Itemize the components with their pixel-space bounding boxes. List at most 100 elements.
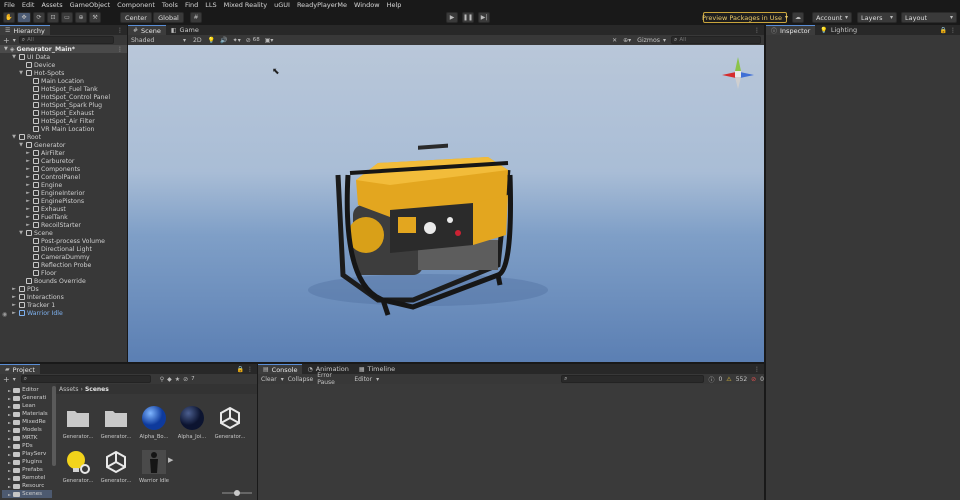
hierarchy-item[interactable]: ▼ Generator — [18, 141, 65, 149]
project-folder-item[interactable]: ► Models — [8, 426, 42, 434]
chevron-right-icon[interactable]: ► — [8, 428, 11, 433]
add-icon[interactable]: + — [3, 375, 10, 384]
menu-item-component[interactable]: Component — [117, 1, 155, 9]
filter-by-type-icon[interactable]: ⚲ — [160, 376, 164, 383]
chevron-right-icon[interactable]: ► — [8, 452, 11, 457]
chevron-down-icon[interactable]: ▾ — [13, 37, 16, 44]
hierarchy-item[interactable]: HotSpot_Fuel Tank — [25, 85, 98, 93]
chevron-down-icon[interactable]: ▼ — [11, 54, 17, 60]
step-button[interactable]: ▶| — [478, 12, 490, 23]
lock-icon[interactable]: 🔒 — [940, 27, 947, 34]
chevron-down-icon[interactable]: ▼ — [11, 134, 17, 140]
chevron-right-icon[interactable]: ► — [25, 182, 31, 188]
chevron-down-icon[interactable]: ▼ — [18, 230, 24, 236]
hierarchy-item[interactable]: ► PDs — [11, 285, 39, 293]
menu-item-gameobject[interactable]: GameObject — [70, 1, 111, 9]
project-folder-item[interactable]: ► Generati — [8, 394, 46, 402]
thumbnail-size-handle[interactable] — [234, 490, 240, 496]
chevron-right-icon[interactable]: ► — [8, 468, 11, 473]
play-button[interactable]: ▶ — [446, 12, 458, 23]
hierarchy-item[interactable]: ► Tracker 1 — [11, 301, 55, 309]
gizmo-center[interactable] — [735, 71, 741, 77]
chevron-right-icon[interactable]: ► — [11, 310, 17, 316]
project-folder-item[interactable]: ► MixedRe — [8, 418, 46, 426]
menu-item-assets[interactable]: Assets — [41, 1, 62, 9]
collapse-button[interactable]: Collapse — [288, 376, 314, 383]
shading-mode-dropdown[interactable]: Shaded ▾ — [128, 37, 186, 44]
hierarchy-item[interactable]: Directional Light — [25, 245, 92, 253]
project-folder-item[interactable]: ► Materials — [8, 410, 48, 418]
preview-packages-button[interactable]: Preview Packages in Use ▾ — [702, 12, 788, 23]
animation-preview-play-icon[interactable]: ▶ — [168, 456, 173, 464]
hierarchy-item[interactable]: ► Interactions — [11, 293, 64, 301]
effects-icon[interactable]: ✦▾ — [233, 37, 241, 44]
chevron-right-icon[interactable]: ► — [25, 214, 31, 220]
cloud-button[interactable]: ☁ — [792, 12, 804, 23]
hierarchy-item[interactable]: ► Exhaust — [25, 205, 66, 213]
project-tree-scrollbar[interactable] — [52, 386, 56, 466]
info-count-icon[interactable]: ⓘ — [708, 375, 714, 384]
hierarchy-item[interactable]: ► FuelTank — [25, 213, 68, 221]
scene-viewport[interactable]: ⬉ — [128, 45, 764, 362]
chevron-right-icon[interactable]: ► — [25, 222, 31, 228]
project-asset-item[interactable]: Generator... — [210, 405, 250, 440]
chevron-right-icon[interactable]: ► — [8, 420, 11, 425]
menu-item-window[interactable]: Window — [354, 1, 380, 9]
hierarchy-item[interactable]: VR Main Location — [25, 125, 94, 133]
chevron-right-icon[interactable]: ► — [25, 158, 31, 164]
hierarchy-item[interactable]: ► AirFilter — [25, 149, 65, 157]
editor-dropdown[interactable]: Editor — [354, 376, 372, 383]
warning-icon[interactable]: ⚠ — [726, 376, 731, 383]
chevron-right-icon[interactable]: ► — [8, 388, 11, 393]
filter-by-label-icon[interactable]: ◆ — [167, 376, 172, 383]
hierarchy-item[interactable]: ► RecoilStarter — [25, 221, 81, 229]
chevron-right-icon[interactable]: ► — [25, 206, 31, 212]
gizmo-neg-y-axis[interactable] — [735, 77, 741, 89]
chevron-right-icon[interactable]: ► — [8, 484, 11, 489]
eye-icon[interactable]: ◉ — [2, 311, 7, 318]
menu-item-lls[interactable]: LLS — [205, 1, 216, 9]
orientation-gizmo[interactable] — [718, 53, 758, 93]
chevron-right-icon[interactable]: ► — [8, 460, 11, 465]
project-folder-item[interactable]: ► Editor — [8, 386, 39, 394]
more-menu-icon[interactable]: ⋮ — [117, 46, 123, 53]
project-asset-item[interactable]: Generator... — [58, 449, 98, 484]
chevron-down-icon[interactable]: ▾ — [663, 37, 666, 44]
favorite-icon[interactable]: ★ — [175, 376, 180, 383]
project-asset-item[interactable]: Alpha_Joi... — [172, 405, 212, 440]
tab-hierarchy[interactable]: ☰ Hierarchy — [0, 25, 50, 35]
console-log-area[interactable] — [258, 384, 764, 500]
hand-tool-button[interactable]: ✋ — [3, 12, 15, 23]
chevron-right-icon[interactable]: ► — [8, 396, 11, 401]
grid-snap-button[interactable]: # — [190, 12, 202, 23]
more-menu-icon[interactable]: ⋮ — [754, 366, 760, 373]
hierarchy-item[interactable]: Device — [18, 61, 55, 69]
breadcrumb-scenes[interactable]: Scenes — [85, 386, 109, 393]
hierarchy-item[interactable]: ► ControlPanel — [25, 173, 80, 181]
more-menu-icon[interactable]: ⋮ — [247, 366, 253, 373]
menu-item-edit[interactable]: Edit — [22, 1, 35, 9]
project-folder-item[interactable]: ► MRTK — [8, 434, 37, 442]
globe-icon[interactable]: ⊕▾ — [623, 37, 631, 44]
project-asset-item[interactable]: Alpha_Bo... — [134, 405, 174, 440]
project-folder-item[interactable]: ► Resourc — [8, 482, 44, 490]
tab-timeline[interactable]: ▦ Timeline — [354, 364, 400, 374]
toggle-2d-button[interactable]: 2D — [193, 37, 202, 44]
menu-item-readyplayerme[interactable]: ReadyPlayerMe — [297, 1, 347, 9]
hierarchy-item[interactable]: ► Carburetor — [25, 157, 74, 165]
camera-icon[interactable]: ▣▾ — [265, 37, 274, 44]
chevron-right-icon[interactable]: ► — [8, 476, 11, 481]
hierarchy-item[interactable]: HotSpot_Air Filter — [25, 117, 95, 125]
tab-scene[interactable]: # Scene — [128, 25, 166, 35]
project-folder-item[interactable]: ► Lean — [8, 402, 36, 410]
chevron-down-icon[interactable]: ▾ — [281, 376, 284, 383]
hierarchy-item[interactable]: ▼ Scene — [18, 229, 53, 237]
chevron-right-icon[interactable]: ► — [8, 436, 11, 441]
project-folder-item[interactable]: ► PDs — [8, 442, 33, 450]
clear-button[interactable]: Clear — [261, 376, 277, 383]
chevron-down-icon[interactable]: ▾ — [13, 376, 16, 383]
hierarchy-item[interactable]: ► Engine — [25, 181, 62, 189]
project-folder-item[interactable]: ► Remotel — [8, 474, 45, 482]
more-menu-icon[interactable]: ⋮ — [950, 27, 956, 34]
scale-tool-button[interactable]: ⊡ — [47, 12, 59, 23]
